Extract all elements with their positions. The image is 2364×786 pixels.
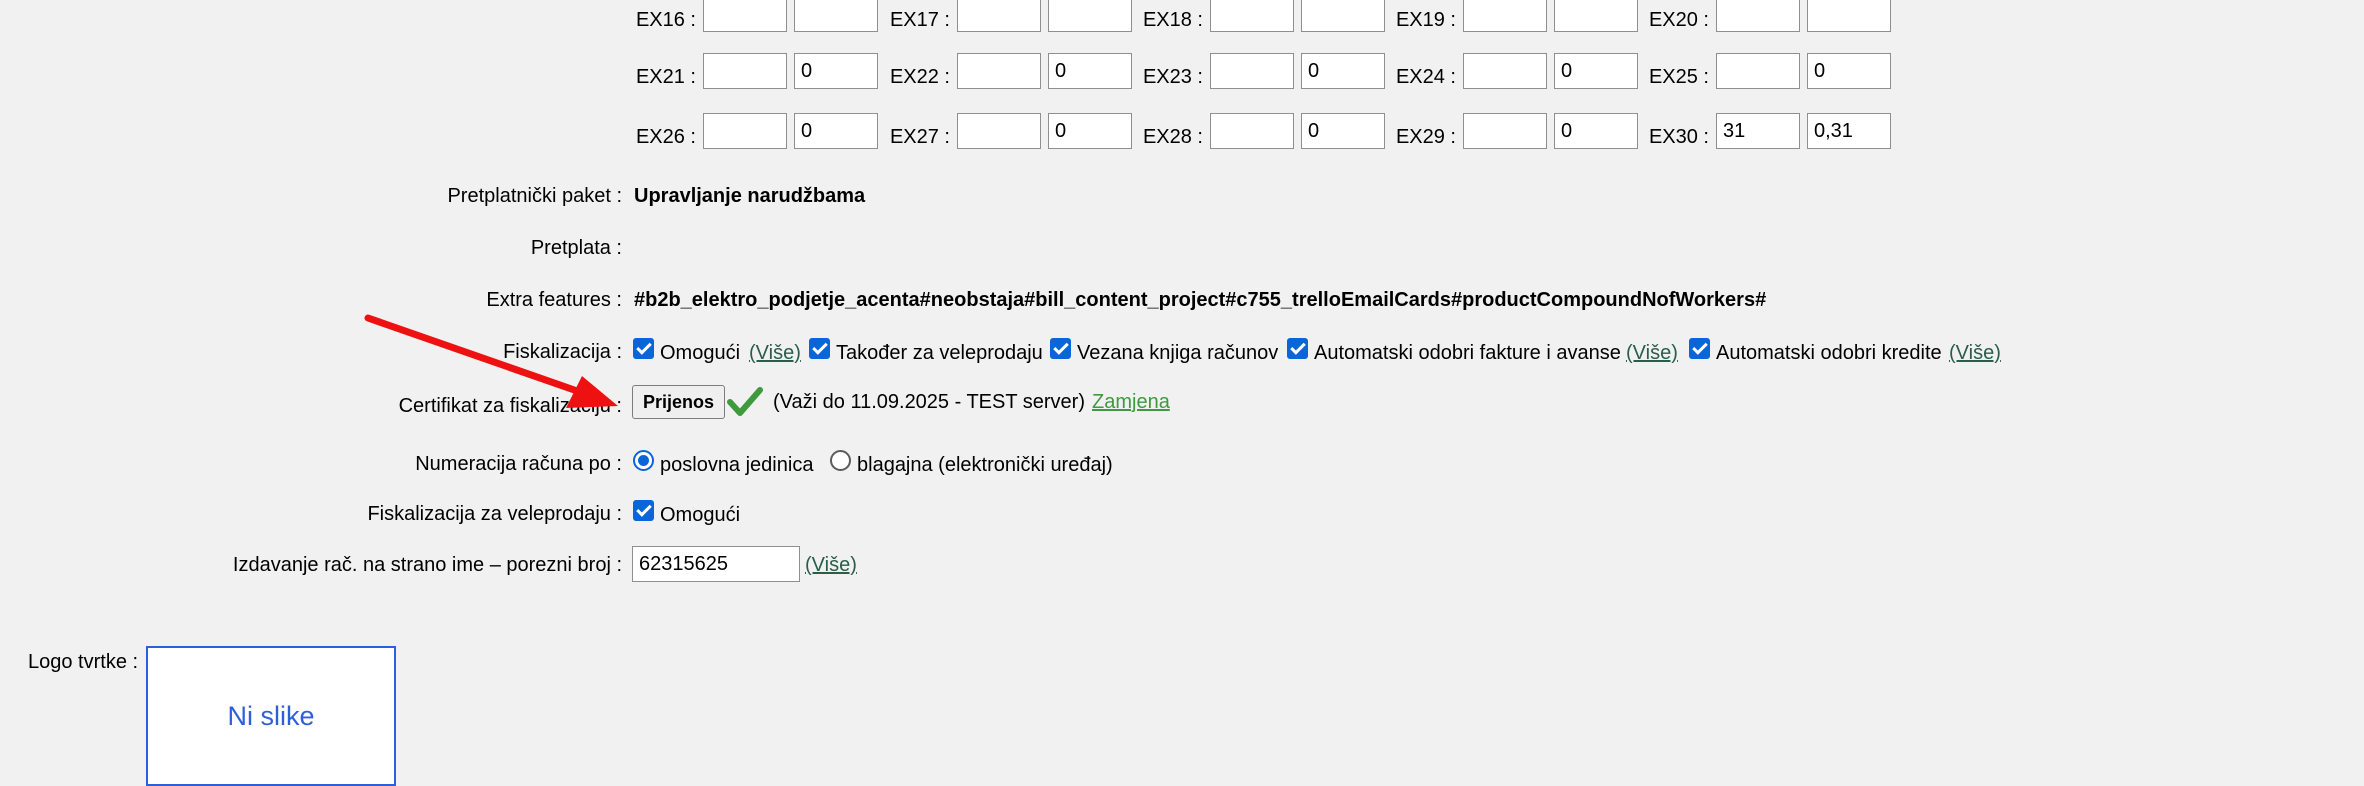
fiscal-more-link[interactable]: (Više) — [749, 341, 801, 365]
ex-value-input[interactable] — [1301, 113, 1385, 149]
auto-approve-more-link[interactable]: (Više) — [1626, 341, 1678, 365]
ex-label: EX30 : — [1648, 126, 1709, 148]
ex-label: EX25 : — [1648, 66, 1709, 88]
ex-value-input[interactable] — [1048, 113, 1132, 149]
ex-label: EX21 : — [635, 66, 696, 88]
ex-code-input[interactable] — [703, 0, 787, 32]
ex-label: EX18 : — [1142, 9, 1203, 31]
ex-code-input[interactable] — [1463, 113, 1547, 149]
auto-credit-checkbox[interactable] — [1689, 338, 1710, 359]
ex-value-input[interactable] — [1554, 113, 1638, 149]
ex-label: EX20 : — [1648, 9, 1709, 31]
wholesale-fiscal-checkbox[interactable] — [633, 500, 654, 521]
ex-label: EX26 : — [635, 126, 696, 148]
fiscal-enable-checkbox[interactable] — [633, 338, 654, 359]
ex-code-input[interactable] — [957, 53, 1041, 89]
fiscal-enable-label: Omogući — [660, 342, 741, 364]
numbering-business-unit-radio[interactable] — [633, 450, 654, 471]
numbering-option2-label: blagajna (elektronički uređaj) — [857, 454, 1113, 476]
package-value: Upravljanje narudžbama — [634, 185, 866, 207]
checkmark-icon — [727, 387, 763, 416]
wholesale-fiscal-label: Fiskalizacija za veleprodaju : — [367, 503, 622, 525]
ex-label: EX24 : — [1395, 66, 1456, 88]
ex-code-input[interactable] — [1210, 113, 1294, 149]
foreign-tax-more-link[interactable]: (Više) — [805, 553, 857, 577]
foreign-tax-label: Izdavanje rač. na strano ime – porezni b… — [232, 554, 622, 576]
subscription-label: Pretplata : — [530, 237, 622, 259]
replace-certificate-link[interactable]: Zamjena — [1092, 390, 1170, 414]
numbering-cash-register-radio[interactable] — [830, 450, 851, 471]
fiscal-wholesale-label: Također za veleprodaju — [836, 342, 1043, 364]
ex-label: EX23 : — [1142, 66, 1203, 88]
extra-features-label: Extra features : — [486, 289, 622, 311]
ex-value-input[interactable] — [794, 0, 878, 32]
ex-label: EX22 : — [889, 66, 950, 88]
ex-value-input[interactable] — [794, 53, 878, 89]
logo-label: Logo tvrtke : — [28, 651, 139, 673]
ex-value-input[interactable] — [1554, 0, 1638, 32]
ex-code-input[interactable] — [1463, 0, 1547, 32]
ex-value-input[interactable] — [1807, 0, 1891, 32]
ex-label: EX28 : — [1142, 126, 1203, 148]
ex-code-input[interactable] — [1210, 53, 1294, 89]
ex-value-input[interactable] — [1048, 53, 1132, 89]
package-label: Pretplatnički paket : — [447, 185, 622, 207]
ex-value-input[interactable] — [1048, 0, 1132, 32]
ex-code-input[interactable] — [703, 113, 787, 149]
auto-approve-label: Automatski odobri fakture i avanse — [1314, 342, 1621, 364]
numbering-label: Numeracija računa po : — [415, 453, 622, 475]
bound-book-checkbox[interactable] — [1050, 338, 1071, 359]
ex-value-input[interactable] — [1554, 53, 1638, 89]
ex-code-input[interactable] — [1463, 53, 1547, 89]
ex-code-input[interactable] — [703, 53, 787, 89]
upload-certificate-button[interactable]: Prijenos — [632, 385, 726, 419]
logo-placeholder-text: Ni slike — [227, 700, 315, 731]
certificate-validity: (Važi do 11.09.2025 - TEST server) — [773, 391, 1086, 413]
auto-approve-checkbox[interactable] — [1287, 338, 1308, 359]
ex-value-input[interactable] — [1301, 53, 1385, 89]
bound-book-label: Vezana knjiga računov — [1077, 342, 1279, 364]
ex-value-input[interactable] — [1301, 0, 1385, 32]
extra-features-value: #b2b_elektro_podjetje_acenta#neobstaja#b… — [634, 289, 1767, 311]
ex-value-input[interactable] — [1807, 113, 1891, 149]
ex-label: EX27 : — [889, 126, 950, 148]
ex-label: EX19 : — [1395, 9, 1456, 31]
foreign-tax-number-input[interactable] — [632, 546, 800, 582]
ex-code-input[interactable] — [1716, 113, 1800, 149]
ex-value-input[interactable] — [1807, 53, 1891, 89]
wholesale-fiscal-enable-label: Omogući — [660, 504, 741, 526]
ex-value-input[interactable] — [794, 113, 878, 149]
ex-code-input[interactable] — [1210, 0, 1294, 32]
ex-code-input[interactable] — [1716, 0, 1800, 32]
fiscal-wholesale-checkbox[interactable] — [809, 338, 830, 359]
numbering-option1-label: poslovna jedinica — [660, 454, 814, 476]
ex-label: EX16 : — [635, 9, 696, 31]
logo-upload-box[interactable]: Ni slike — [146, 646, 396, 786]
ex-code-input[interactable] — [957, 113, 1041, 149]
auto-credit-label: Automatski odobri kredite — [1716, 342, 1942, 364]
ex-label: EX17 : — [889, 9, 950, 31]
ex-code-input[interactable] — [1716, 53, 1800, 89]
ex-label: EX29 : — [1395, 126, 1456, 148]
auto-credit-more-link[interactable]: (Više) — [1949, 341, 2001, 365]
red-arrow-annotation — [364, 314, 618, 408]
ex-code-input[interactable] — [957, 0, 1041, 32]
